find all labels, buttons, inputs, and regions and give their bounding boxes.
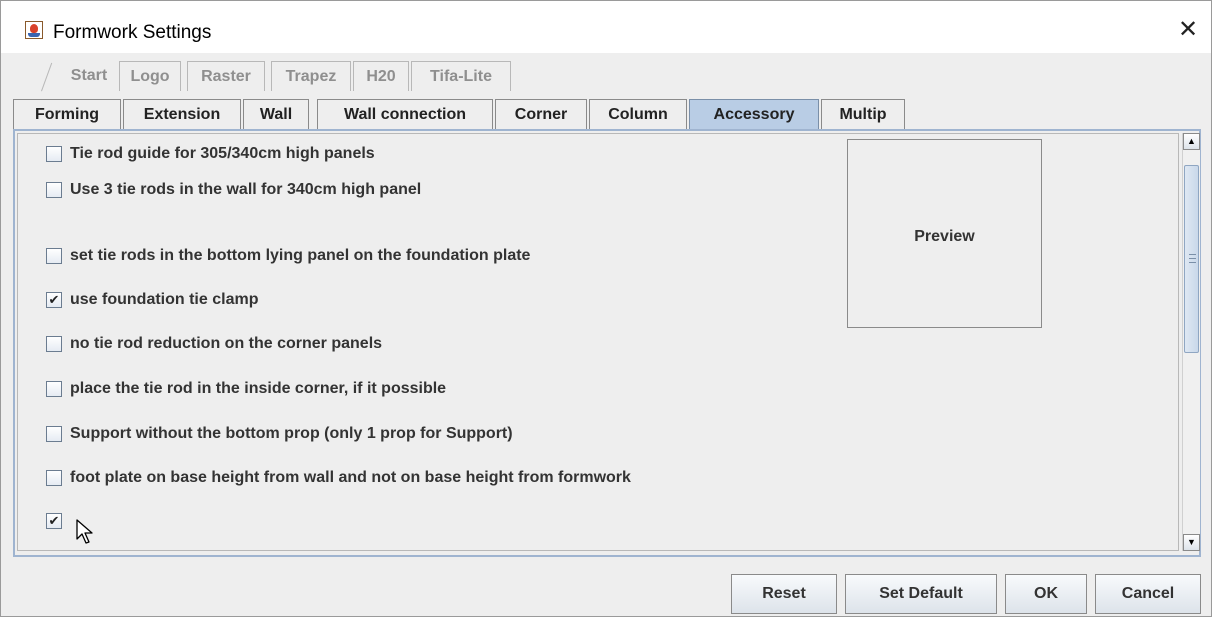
option-three-tie-rods[interactable]: Use 3 tie rods in the wall for 340cm hig… — [46, 179, 421, 201]
tab-start[interactable]: Start — [61, 61, 117, 91]
tab-h20[interactable]: H20 — [353, 61, 409, 91]
set-default-button[interactable]: Set Default — [845, 574, 997, 614]
checkbox-label: no tie rod reduction on the corner panel… — [70, 335, 383, 352]
close-icon[interactable]: ✕ — [1171, 13, 1205, 47]
reset-button[interactable]: Reset — [731, 574, 837, 614]
checkbox-label: Support without the bottom prop (only 1 … — [70, 425, 513, 442]
checkbox[interactable] — [46, 381, 62, 397]
checkbox-label: place the tie rod in the inside corner, … — [70, 380, 447, 397]
checkbox-label: set tie rods in the bottom lying panel o… — [70, 247, 531, 264]
options-list: Tie rod guide for 305/340cm high panels … — [17, 133, 1179, 551]
checkbox[interactable]: ✔ — [46, 292, 62, 308]
tab-column[interactable]: Column — [589, 99, 687, 129]
checkbox[interactable]: ✔ — [46, 513, 62, 529]
cancel-button[interactable]: Cancel — [1095, 574, 1201, 614]
checkbox-label: use foundation tie clamp — [70, 291, 259, 308]
checkbox[interactable] — [46, 470, 62, 486]
option-foot-plate[interactable]: foot plate on base height from wall and … — [46, 467, 631, 489]
tab-raster[interactable]: Raster — [187, 61, 265, 91]
option-support-without-prop[interactable]: Support without the bottom prop (only 1 … — [46, 423, 513, 445]
option-tie-rod-guide[interactable]: Tie rod guide for 305/340cm high panels — [46, 143, 375, 165]
accessory-panel: Tie rod guide for 305/340cm high panels … — [13, 129, 1201, 557]
preview-box: Preview — [847, 139, 1042, 328]
scroll-up-arrow-icon[interactable]: ▲ — [1183, 133, 1200, 150]
tab-logo[interactable]: Logo — [119, 61, 181, 91]
tab-accessory[interactable]: Accessory — [689, 99, 819, 129]
java-app-icon — [25, 21, 43, 39]
formwork-settings-window: Formwork Settings ✕ Start Logo Raster Tr… — [0, 0, 1212, 617]
checkbox-label: Tie rod guide for 305/340cm high panels — [70, 145, 375, 162]
option-unlabeled[interactable]: ✔ — [46, 510, 70, 532]
checkbox-label: foot plate on base height from wall and … — [70, 469, 631, 486]
tab-edge — [41, 62, 53, 92]
tab-tifa-lite[interactable]: Tifa-Lite — [411, 61, 511, 91]
tab-corner[interactable]: Corner — [495, 99, 587, 129]
mouse-cursor-icon — [76, 519, 93, 544]
tab-wall-connection[interactable]: Wall connection — [317, 99, 493, 129]
tab-extension[interactable]: Extension — [123, 99, 241, 129]
scrollbar-thumb[interactable] — [1184, 165, 1199, 353]
checkbox[interactable] — [46, 426, 62, 442]
checkbox-label: Use 3 tie rods in the wall for 340cm hig… — [70, 181, 422, 198]
ok-button[interactable]: OK — [1005, 574, 1087, 614]
preview-label: Preview — [914, 228, 975, 245]
checkbox[interactable] — [46, 182, 62, 198]
scroll-down-arrow-icon[interactable]: ▼ — [1183, 534, 1200, 551]
option-tie-rods-foundation[interactable]: set tie rods in the bottom lying panel o… — [46, 245, 530, 267]
option-foundation-tie-clamp[interactable]: ✔ use foundation tie clamp — [46, 289, 258, 311]
option-no-tie-rod-reduction[interactable]: no tie rod reduction on the corner panel… — [46, 333, 382, 355]
checkbox[interactable] — [46, 336, 62, 352]
vertical-scrollbar[interactable]: ▲ ▼ — [1182, 133, 1200, 551]
tab-wall[interactable]: Wall — [243, 99, 309, 129]
checkbox[interactable] — [46, 248, 62, 264]
tab-trapez[interactable]: Trapez — [271, 61, 351, 91]
title-bar: Formwork Settings ✕ — [1, 1, 1211, 53]
option-inside-corner[interactable]: place the tie rod in the inside corner, … — [46, 378, 446, 400]
tab-multip[interactable]: Multip — [821, 99, 905, 129]
tab-forming[interactable]: Forming — [13, 99, 121, 129]
checkbox[interactable] — [46, 146, 62, 162]
window-title: Formwork Settings — [53, 22, 212, 43]
grip-icon — [1189, 254, 1196, 263]
